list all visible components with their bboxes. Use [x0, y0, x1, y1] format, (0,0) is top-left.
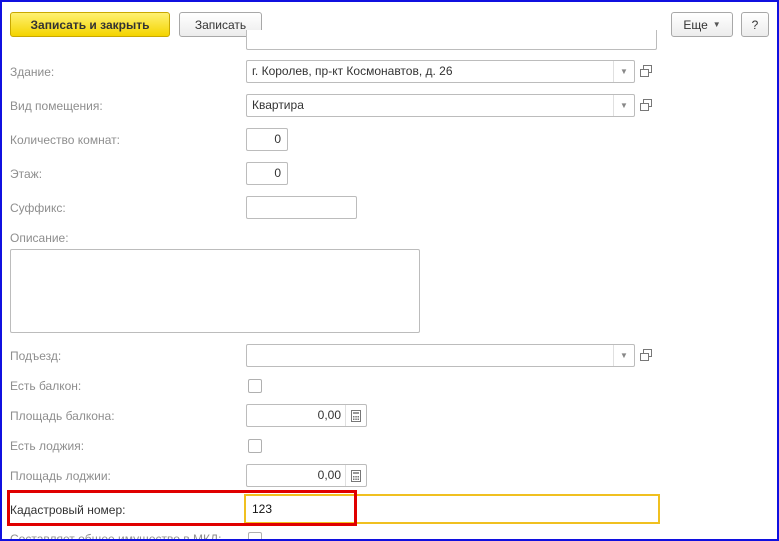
more-label: Еще [683, 17, 708, 32]
loggia-area-input[interactable]: 0,00 [246, 464, 367, 487]
has-loggia-label: Есть лоджия: [10, 439, 85, 453]
description-label: Описание: [10, 231, 69, 245]
open-icon[interactable] [637, 61, 655, 80]
floor-label: Этаж: [10, 167, 43, 181]
calculator-icon[interactable] [345, 465, 366, 486]
chevron-down-icon: ▼ [712, 20, 721, 29]
more-menu-button[interactable]: Еще ▼ [671, 12, 733, 37]
has-balcony-label: Есть балкон: [10, 379, 82, 393]
cadastral-number-input[interactable]: 123 [244, 494, 660, 524]
open-icon[interactable] [637, 345, 655, 364]
entrance-select[interactable]: ▼ [246, 344, 635, 367]
has-loggia-checkbox[interactable] [248, 439, 262, 453]
cadastral-number-label: Кадастровый номер: [10, 503, 126, 517]
help-button[interactable]: ? [741, 12, 769, 37]
building-value: г. Королев, пр-кт Космонавтов, д. 26 [252, 64, 453, 78]
room-count-input[interactable]: 0 [246, 128, 288, 151]
balcony-area-value: 0,00 [317, 408, 341, 422]
common-property-label: Составляет общее имущество в МКД: [10, 532, 222, 541]
balcony-area-label: Площадь балкона: [10, 409, 115, 423]
form-window: Записать и закрыть Записать Еще ▼ ? Здан… [0, 0, 779, 541]
room-count-value: 0 [274, 132, 281, 146]
description-textarea[interactable] [10, 249, 420, 333]
save-and-close-button[interactable]: Записать и закрыть [10, 12, 170, 37]
calculator-icon[interactable] [345, 405, 366, 426]
suffix-label: Суффикс: [10, 201, 66, 215]
room-count-label: Количество комнат: [10, 133, 120, 147]
room-type-value: Квартира [252, 98, 304, 112]
floor-input[interactable]: 0 [246, 162, 288, 185]
common-property-checkbox[interactable] [248, 532, 262, 539]
open-icon[interactable] [637, 95, 655, 114]
loggia-area-label: Площадь лоджии: [10, 469, 111, 483]
dropdown-arrow-icon[interactable]: ▼ [613, 95, 634, 116]
balcony-area-input[interactable]: 0,00 [246, 404, 367, 427]
has-balcony-checkbox[interactable] [248, 379, 262, 393]
dropdown-arrow-icon[interactable]: ▼ [613, 61, 634, 82]
dropdown-arrow-icon[interactable]: ▼ [613, 345, 634, 366]
room-type-select[interactable]: Квартира ▼ [246, 94, 635, 117]
floor-value: 0 [274, 166, 281, 180]
loggia-area-value: 0,00 [317, 468, 341, 482]
building-select[interactable]: г. Королев, пр-кт Космонавтов, д. 26 ▼ [246, 60, 635, 83]
building-label: Здание: [10, 65, 55, 79]
suffix-input[interactable] [246, 196, 357, 219]
field-above-partial[interactable] [246, 30, 657, 50]
entrance-label: Подъезд: [10, 349, 62, 363]
room-type-label: Вид помещения: [10, 99, 103, 113]
cadastral-number-value: 123 [252, 502, 273, 516]
